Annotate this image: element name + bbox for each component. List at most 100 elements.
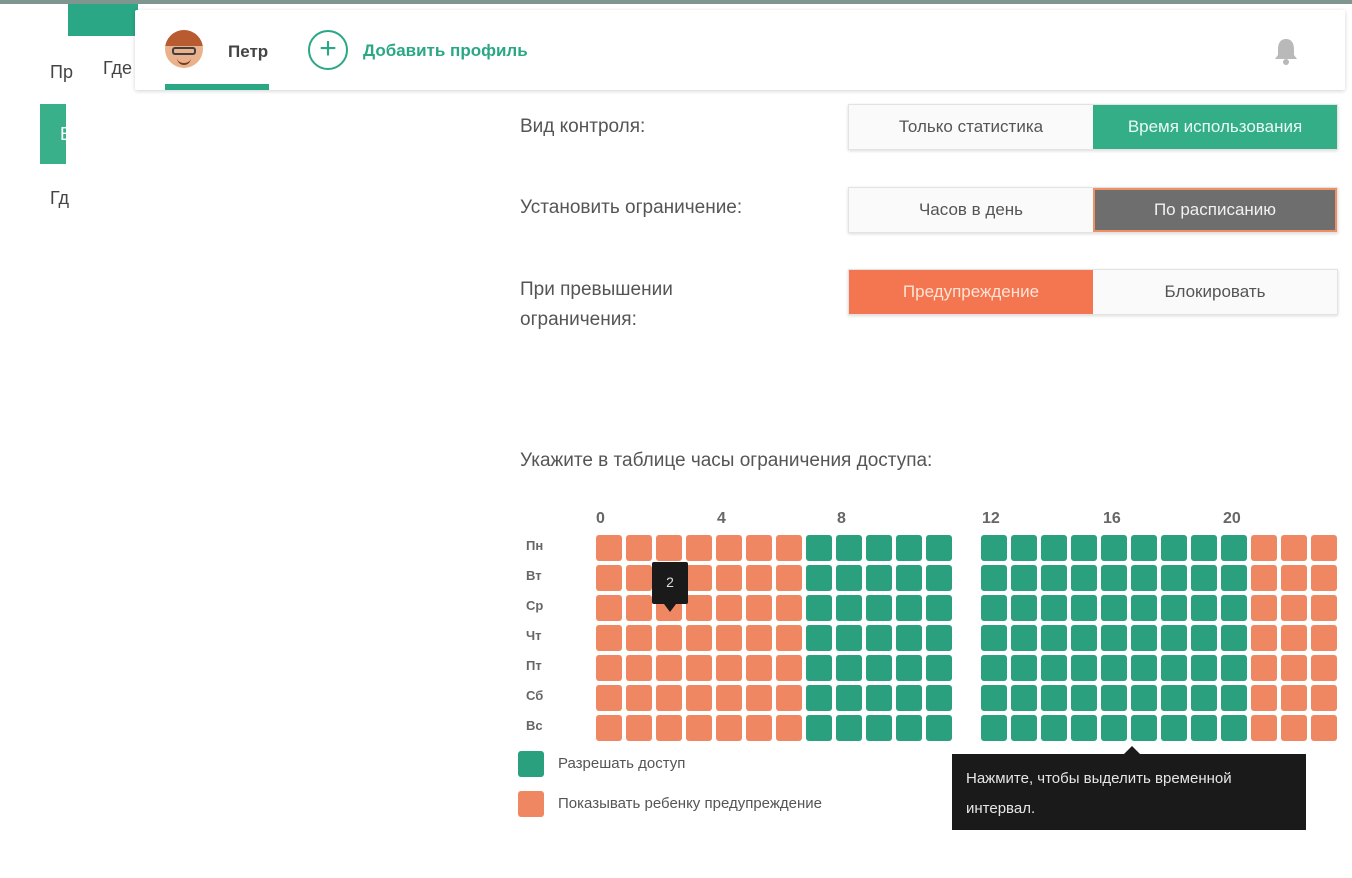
schedule-cell[interactable] xyxy=(716,595,742,621)
schedule-cell[interactable] xyxy=(1161,685,1187,711)
nav-item-2[interactable]: Где xyxy=(103,58,132,79)
schedule-cell[interactable] xyxy=(1221,625,1247,651)
schedule-cell[interactable] xyxy=(656,655,682,681)
schedule-cell[interactable] xyxy=(866,685,892,711)
option-stats-only[interactable]: Только статистика xyxy=(849,105,1093,149)
schedule-cell[interactable] xyxy=(1131,715,1157,741)
schedule-cell[interactable] xyxy=(1131,655,1157,681)
schedule-cell[interactable] xyxy=(896,565,922,591)
profile-name[interactable]: Петр xyxy=(228,42,268,62)
schedule-cell[interactable] xyxy=(746,715,772,741)
schedule-cell[interactable] xyxy=(1071,625,1097,651)
schedule-cell[interactable] xyxy=(686,535,712,561)
schedule-cell[interactable] xyxy=(1221,685,1247,711)
schedule-cell[interactable] xyxy=(836,535,862,561)
schedule-cell[interactable] xyxy=(1191,595,1217,621)
schedule-cell[interactable] xyxy=(1281,625,1307,651)
schedule-cell[interactable] xyxy=(836,595,862,621)
schedule-cell[interactable] xyxy=(1311,655,1337,681)
add-profile-link[interactable]: Добавить профиль xyxy=(363,41,528,61)
schedule-cell[interactable] xyxy=(1101,655,1127,681)
schedule-cell[interactable] xyxy=(596,535,622,561)
schedule-cell[interactable] xyxy=(1281,715,1307,741)
nav-item-4[interactable]: Гд xyxy=(50,188,69,209)
schedule-cell[interactable] xyxy=(1071,595,1097,621)
schedule-cell[interactable] xyxy=(1251,685,1277,711)
schedule-cell[interactable] xyxy=(1101,685,1127,711)
schedule-cell[interactable] xyxy=(596,685,622,711)
avatar[interactable] xyxy=(165,30,203,68)
schedule-cell[interactable] xyxy=(866,595,892,621)
schedule-cell[interactable] xyxy=(926,535,952,561)
schedule-cell[interactable] xyxy=(926,715,952,741)
schedule-cell[interactable] xyxy=(686,685,712,711)
option-hours-per-day[interactable]: Часов в день xyxy=(849,188,1093,232)
schedule-cell[interactable] xyxy=(981,685,1007,711)
schedule-cell[interactable] xyxy=(866,625,892,651)
schedule-cell[interactable] xyxy=(776,565,802,591)
schedule-cell[interactable] xyxy=(1011,715,1037,741)
schedule-cell[interactable] xyxy=(1161,565,1187,591)
schedule-cell[interactable] xyxy=(596,625,622,651)
schedule-cell[interactable] xyxy=(896,535,922,561)
schedule-cell[interactable] xyxy=(1071,715,1097,741)
schedule-cell[interactable] xyxy=(716,715,742,741)
schedule-cell[interactable] xyxy=(981,595,1007,621)
schedule-cell[interactable] xyxy=(686,655,712,681)
schedule-cell[interactable] xyxy=(1251,595,1277,621)
nav-item-active[interactable]: Вр xyxy=(40,104,66,164)
schedule-cell[interactable] xyxy=(836,685,862,711)
schedule-cell[interactable] xyxy=(896,715,922,741)
schedule-cell[interactable] xyxy=(866,655,892,681)
schedule-cell[interactable] xyxy=(1311,595,1337,621)
schedule-cell[interactable] xyxy=(1041,595,1067,621)
schedule-cell[interactable] xyxy=(1011,595,1037,621)
schedule-cell[interactable] xyxy=(776,685,802,711)
schedule-cell[interactable] xyxy=(806,565,832,591)
schedule-cell[interactable] xyxy=(1131,625,1157,651)
schedule-cell[interactable] xyxy=(1311,625,1337,651)
schedule-cell[interactable] xyxy=(1011,625,1037,651)
schedule-cell[interactable] xyxy=(1221,535,1247,561)
schedule-cell[interactable] xyxy=(1011,685,1037,711)
schedule-cell[interactable] xyxy=(1071,565,1097,591)
schedule-cell[interactable] xyxy=(1221,595,1247,621)
schedule-cell[interactable] xyxy=(981,535,1007,561)
schedule-cell[interactable] xyxy=(596,565,622,591)
schedule-cell[interactable] xyxy=(1071,685,1097,711)
schedule-cell[interactable] xyxy=(686,625,712,651)
schedule-cell[interactable] xyxy=(1041,685,1067,711)
schedule-cell[interactable] xyxy=(1221,715,1247,741)
schedule-cell[interactable] xyxy=(626,685,652,711)
schedule-cell[interactable] xyxy=(1131,565,1157,591)
schedule-cell[interactable] xyxy=(926,565,952,591)
schedule-cell[interactable] xyxy=(866,565,892,591)
schedule-cell[interactable] xyxy=(1131,595,1157,621)
schedule-cell[interactable] xyxy=(1161,625,1187,651)
schedule-cell[interactable] xyxy=(1221,655,1247,681)
schedule-cell[interactable] xyxy=(1191,625,1217,651)
schedule-cell[interactable] xyxy=(806,625,832,651)
schedule-cell[interactable] xyxy=(1191,715,1217,741)
schedule-cell[interactable] xyxy=(836,625,862,651)
schedule-cell[interactable] xyxy=(1251,535,1277,561)
schedule-cell[interactable] xyxy=(596,595,622,621)
schedule-cell[interactable] xyxy=(926,685,952,711)
schedule-cell[interactable] xyxy=(656,715,682,741)
schedule-cell[interactable] xyxy=(1281,565,1307,591)
schedule-cell[interactable] xyxy=(626,655,652,681)
schedule-cell[interactable] xyxy=(746,565,772,591)
schedule-cell[interactable] xyxy=(776,595,802,621)
schedule-cell[interactable] xyxy=(1281,595,1307,621)
schedule-cell[interactable] xyxy=(1251,565,1277,591)
schedule-cell[interactable] xyxy=(656,625,682,651)
schedule-cell[interactable] xyxy=(926,595,952,621)
schedule-cell[interactable] xyxy=(596,715,622,741)
schedule-cell[interactable] xyxy=(746,535,772,561)
schedule-cell[interactable] xyxy=(746,685,772,711)
schedule-cell[interactable] xyxy=(1281,685,1307,711)
schedule-cell[interactable] xyxy=(896,685,922,711)
schedule-cell[interactable] xyxy=(1311,685,1337,711)
schedule-cell[interactable] xyxy=(836,565,862,591)
schedule-cell[interactable] xyxy=(1221,565,1247,591)
